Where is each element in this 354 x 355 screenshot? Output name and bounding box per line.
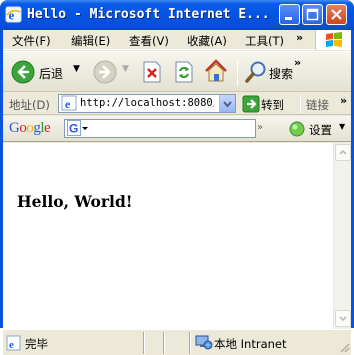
svg-text:e: e — [9, 339, 14, 351]
close-button[interactable] — [326, 4, 347, 25]
address-bar: 地址(D) e http://localhost:8080/S 转到 链接 » — [3, 93, 351, 115]
google-logo[interactable]: Google — [9, 120, 51, 137]
google-search-input[interactable]: G — [64, 119, 256, 138]
home-icon — [205, 59, 227, 82]
menu-edit[interactable]: 编辑(E) — [71, 33, 110, 49]
forward-arrow-icon — [93, 60, 117, 84]
search-magnifier-icon — [245, 61, 266, 83]
go-arrow-icon — [242, 95, 260, 113]
settings-dropdown-arrow-icon[interactable]: ▼ — [339, 122, 345, 131]
menu-view[interactable]: 查看(V) — [129, 33, 169, 49]
search-button[interactable] — [244, 60, 268, 84]
chevron-down-icon — [339, 316, 347, 322]
go-button[interactable] — [242, 95, 260, 113]
svg-text:G: G — [69, 122, 78, 136]
status-separator — [143, 332, 145, 354]
google-more-chevron[interactable]: » — [257, 122, 263, 133]
menu-overflow-chevron[interactable]: » — [296, 31, 303, 44]
status-separator — [163, 332, 165, 354]
menu-bar: 文件(F) 编辑(E) 查看(V) 收藏(A) 工具(T) » — [3, 30, 351, 50]
links-label[interactable]: 链接 — [306, 97, 329, 113]
forward-dropdown-arrow-icon[interactable]: ▼ — [122, 64, 129, 74]
address-field[interactable]: e http://localhost:8080/S — [58, 94, 236, 113]
minimize-icon — [285, 17, 292, 20]
stop-button[interactable] — [141, 60, 163, 84]
address-input[interactable]: http://localhost:8080/S — [80, 97, 214, 109]
links-overflow-chevron[interactable]: » — [340, 94, 347, 107]
back-arrow-icon — [11, 60, 35, 84]
address-dropdown-button[interactable] — [219, 95, 235, 112]
chevron-down-icon — [223, 101, 232, 108]
refresh-button[interactable] — [173, 60, 195, 84]
status-text: 完毕 — [25, 337, 48, 351]
toolbar-overflow-chevron[interactable]: » — [294, 56, 301, 69]
scroll-up-button[interactable] — [335, 144, 351, 161]
address-label: 地址(D) — [9, 98, 50, 112]
back-button[interactable] — [11, 60, 35, 84]
close-icon — [331, 9, 342, 20]
google-toolbar: Google G » 设置 ▼ — [3, 116, 351, 142]
stop-icon — [143, 61, 161, 83]
standard-toolbar: 后退 ▼ ▼ 搜索 » — [3, 51, 351, 92]
status-separator — [189, 332, 191, 354]
security-zone-label: 本地 Intranet — [214, 337, 287, 351]
svg-text:e: e — [65, 97, 71, 111]
windows-logo — [315, 30, 351, 50]
svg-text:e: e — [9, 8, 15, 23]
page-done-ie-icon: e — [6, 335, 21, 351]
browser-frame: 文件(F) 编辑(E) 查看(V) 收藏(A) 工具(T) » 后退 ▼ ▼ 搜… — [3, 30, 351, 355]
windows-flag-icon — [326, 32, 342, 47]
settings-green-icon[interactable] — [289, 121, 305, 137]
maximize-button[interactable] — [302, 4, 323, 25]
ie-logo-icon: e — [5, 6, 22, 23]
google-g-dropdown-icon[interactable]: G — [67, 120, 89, 137]
vertical-scrollbar[interactable] — [333, 143, 351, 329]
forward-button[interactable] — [93, 60, 117, 84]
settings-label[interactable]: 设置 — [309, 122, 332, 138]
menu-file[interactable]: 文件(F) — [12, 33, 51, 49]
window-title: Hello - Microsoft Internet E... — [27, 7, 270, 22]
page-heading: Hello, World! — [17, 192, 133, 211]
browser-window: e Hello - Microsoft Internet E... 文件(F) … — [0, 0, 354, 355]
resize-grip-icon[interactable] — [338, 341, 350, 353]
maximize-icon — [306, 8, 319, 21]
search-label[interactable]: 搜索 — [269, 65, 293, 82]
title-bar[interactable]: e Hello - Microsoft Internet E... — [0, 0, 354, 30]
page-viewport: Hello, World! — [3, 143, 333, 329]
toolbar-separator — [237, 60, 238, 86]
minimize-button[interactable] — [279, 4, 300, 25]
go-label[interactable]: 转到 — [261, 97, 284, 113]
page-content: Hello, World! — [3, 143, 351, 329]
intranet-globe-icon — [195, 335, 213, 350]
refresh-icon — [175, 61, 193, 83]
menu-tools[interactable]: 工具(T) — [245, 33, 284, 49]
back-dropdown-arrow-icon[interactable]: ▼ — [73, 64, 80, 74]
address-separator — [300, 95, 301, 113]
page-ie-icon: e — [61, 95, 77, 111]
scroll-down-button[interactable] — [335, 310, 351, 327]
menu-favorites[interactable]: 收藏(A) — [187, 33, 227, 49]
chevron-up-icon — [339, 149, 347, 155]
home-button[interactable] — [203, 58, 229, 84]
status-bar: e 完毕 本地 Intranet — [3, 329, 351, 355]
back-label[interactable]: 后退 — [39, 65, 63, 82]
